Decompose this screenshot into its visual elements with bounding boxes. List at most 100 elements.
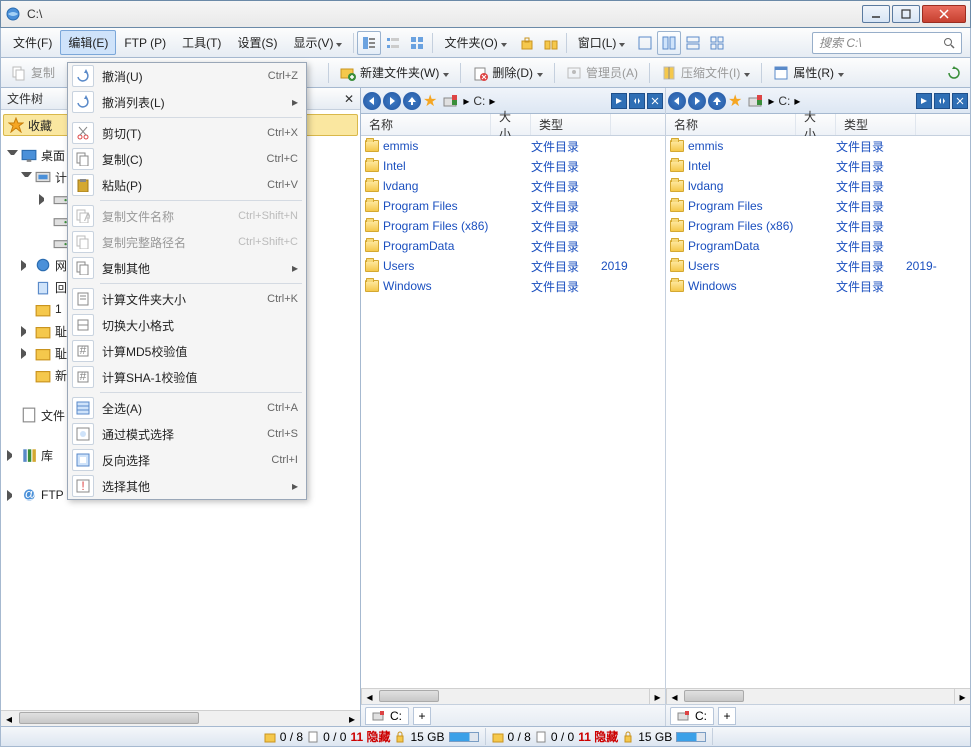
ctx-select-other[interactable]: !选择其他▸ <box>68 473 306 499</box>
ctx-undo-list[interactable]: 撤消列表(L)▸ <box>68 89 306 115</box>
file-row[interactable]: Program Files (x86)文件目录 <box>361 216 665 236</box>
properties-button[interactable]: 属性(R) <box>767 62 850 83</box>
ctx-calc-size[interactable]: 计算文件夹大小Ctrl+K <box>68 286 306 312</box>
compress-button[interactable]: 压缩文件(I) <box>655 62 756 83</box>
nav-pin-button[interactable] <box>611 93 627 109</box>
ctx-copy[interactable]: 复制(C)Ctrl+C <box>68 146 306 172</box>
view-icons-button[interactable] <box>405 31 429 55</box>
menu-folders[interactable]: 文件夹(O) <box>436 30 514 55</box>
file-row[interactable]: Windows文件目录 <box>361 276 665 296</box>
nav-pin-button[interactable] <box>916 93 932 109</box>
select-pattern-icon <box>72 423 94 445</box>
admin-button[interactable]: 管理员(A) <box>560 62 644 83</box>
sha1-icon: # <box>72 366 94 388</box>
menu-ftp[interactable]: FTP (P) <box>116 32 174 54</box>
drive-tab[interactable]: C: <box>365 707 409 725</box>
folder-icon <box>365 140 379 152</box>
nav-back-button[interactable] <box>668 92 686 110</box>
nav-x-button[interactable] <box>952 93 968 109</box>
fav-star-icon[interactable]: ★ <box>423 91 437 111</box>
ctx-invert[interactable]: 反向选择Ctrl+I <box>68 447 306 473</box>
layout-single-button[interactable] <box>633 31 657 55</box>
file-row[interactable]: Program Files (x86)文件目录 <box>666 216 970 236</box>
column-header[interactable]: 名称大小类型 <box>666 114 970 136</box>
view-list-button[interactable] <box>381 31 405 55</box>
breadcrumb[interactable]: ▸C:▸ <box>439 94 609 108</box>
refresh-button[interactable] <box>942 61 966 85</box>
file-row[interactable]: lvdang文件目录 <box>666 176 970 196</box>
file-row[interactable]: emmis文件目录 <box>666 136 970 156</box>
file-row[interactable]: Program Files文件目录 <box>666 196 970 216</box>
file-row[interactable]: ProgramData文件目录 <box>666 236 970 256</box>
breadcrumb[interactable]: ▸C:▸ <box>744 94 914 108</box>
nav-sync-button[interactable] <box>629 93 645 109</box>
menu-view[interactable]: 显示(V) <box>285 30 350 55</box>
delete-button[interactable]: 删除(D) <box>466 62 549 83</box>
file-row[interactable]: emmis文件目录 <box>361 136 665 156</box>
ctx-copy-other[interactable]: 复制其他▸ <box>68 255 306 281</box>
left-pane: ★▸C:▸名称大小类型emmis文件目录Intel文件目录lvdang文件目录P… <box>361 88 665 726</box>
layout-horiz-button[interactable] <box>681 31 705 55</box>
nav-up-button[interactable] <box>708 92 726 110</box>
menu-settings[interactable]: 设置(S) <box>229 30 285 55</box>
copy-button[interactable]: 复制 <box>5 62 61 83</box>
nav-fwd-button[interactable] <box>383 92 401 110</box>
horizontal-scrollbar[interactable]: ◂▸ <box>361 688 665 704</box>
ctx-sha1[interactable]: #计算SHA-1校验值 <box>68 364 306 390</box>
maximize-button[interactable] <box>892 5 920 23</box>
nav-fwd-button[interactable] <box>688 92 706 110</box>
file-list[interactable]: emmis文件目录Intel文件目录lvdang文件目录Program File… <box>361 136 665 688</box>
file-row[interactable]: ProgramData文件目录 <box>361 236 665 256</box>
nav-back-button[interactable] <box>363 92 381 110</box>
nav-x-button[interactable] <box>647 93 663 109</box>
layout-dual-button[interactable] <box>657 31 681 55</box>
invert-icon <box>72 449 94 471</box>
folder-icon <box>365 200 379 212</box>
new-tab-button[interactable]: + <box>413 707 431 725</box>
new-tab-button[interactable]: + <box>718 707 736 725</box>
file-row[interactable]: Intel文件目录 <box>361 156 665 176</box>
ctx-select-pattern[interactable]: 通过模式选择Ctrl+S <box>68 421 306 447</box>
ctx-md5[interactable]: #计算MD5校验值 <box>68 338 306 364</box>
select-all-icon <box>72 397 94 419</box>
menu-edit[interactable]: 编辑(E) <box>60 30 116 55</box>
view-details-button[interactable] <box>357 31 381 55</box>
file-row[interactable]: Users文件目录2019- <box>666 256 970 276</box>
file-list[interactable]: emmis文件目录Intel文件目录lvdang文件目录Program File… <box>666 136 970 688</box>
column-header[interactable]: 名称大小类型 <box>361 114 665 136</box>
menu-tools[interactable]: 工具(T) <box>174 30 229 55</box>
right-pane: ★▸C:▸名称大小类型emmis文件目录Intel文件目录lvdang文件目录P… <box>665 88 970 726</box>
folder-lock2-icon[interactable] <box>539 31 563 55</box>
minimize-button[interactable] <box>862 5 890 23</box>
file-row[interactable]: Windows文件目录 <box>666 276 970 296</box>
close-button[interactable] <box>922 5 966 23</box>
copy-other-icon <box>72 257 94 279</box>
horizontal-scrollbar[interactable]: ◂▸ <box>666 688 970 704</box>
menu-file[interactable]: 文件(F) <box>5 30 60 55</box>
folder-lock1-icon[interactable] <box>515 31 539 55</box>
select-other-icon: ! <box>72 475 94 497</box>
folder-icon <box>365 220 379 232</box>
file-row[interactable]: lvdang文件目录 <box>361 176 665 196</box>
ctx-cut[interactable]: 剪切(T)Ctrl+X <box>68 120 306 146</box>
ctx-undo[interactable]: 撤消(U)Ctrl+Z <box>68 63 306 89</box>
ctx-paste[interactable]: 粘贴(P)Ctrl+V <box>68 172 306 198</box>
undo-list-icon <box>72 91 94 113</box>
app-icon <box>5 6 21 22</box>
file-row[interactable]: Program Files文件目录 <box>361 196 665 216</box>
search-input[interactable]: 搜索 C:\ <box>812 32 962 54</box>
new-folder-button[interactable]: 新建文件夹(W) <box>334 62 455 83</box>
ctx-select-all[interactable]: 全选(A)Ctrl+A <box>68 395 306 421</box>
file-row[interactable]: Intel文件目录 <box>666 156 970 176</box>
ctx-toggle-size[interactable]: 切换大小格式 <box>68 312 306 338</box>
nav-up-button[interactable] <box>403 92 421 110</box>
menu-window[interactable]: 窗口(L) <box>570 30 634 55</box>
fav-star-icon[interactable]: ★ <box>728 91 742 111</box>
tree-close-icon[interactable]: ✕ <box>344 92 354 106</box>
layout-quad-button[interactable] <box>705 31 729 55</box>
drive-tab[interactable]: C: <box>670 707 714 725</box>
doc-icon <box>307 731 319 743</box>
file-row[interactable]: Users文件目录2019 <box>361 256 665 276</box>
nav-sync-button[interactable] <box>934 93 950 109</box>
tree-hscroll[interactable]: ◂ ▸ <box>1 710 360 726</box>
